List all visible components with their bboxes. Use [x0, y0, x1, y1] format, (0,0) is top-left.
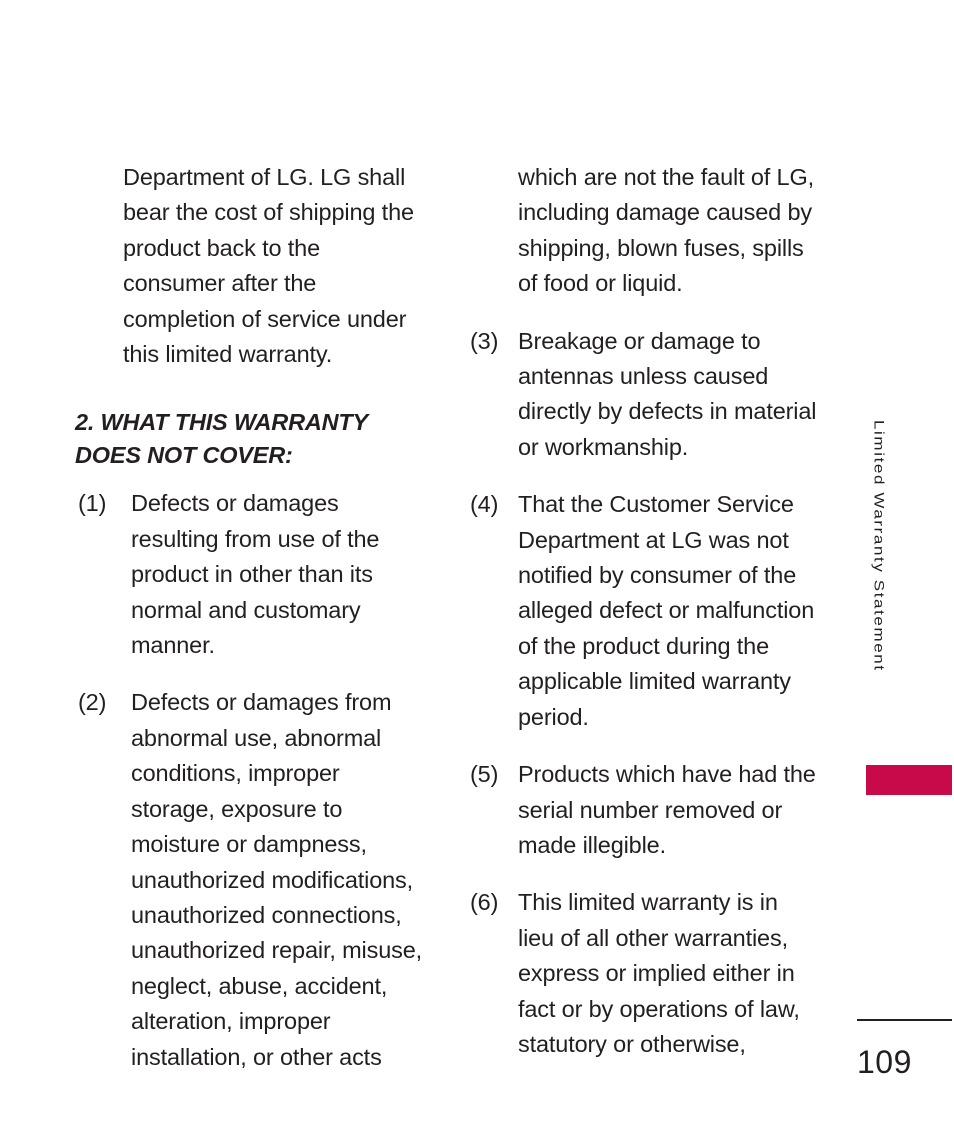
list-item: (1) Defects or damages resulting from us… [75, 486, 425, 663]
list-item-text: That the Customer Service Department at … [518, 491, 815, 730]
list-item-marker: (5) [470, 761, 499, 788]
list-item-text: This limited warranty is in lieu of all … [518, 889, 800, 1057]
left-continuation-paragraph: Department of LG. LG shall bear the cost… [123, 164, 414, 368]
list-item-marker: (2) [78, 689, 107, 716]
footer-divider [857, 1019, 952, 1021]
side-tab-accent-swatch [866, 765, 952, 795]
right-column: which are not the fault of LG, including… [468, 160, 818, 1084]
list-item-marker: (4) [470, 491, 499, 518]
list-item-text: Defects or damages from abnormal use, ab… [131, 689, 423, 1070]
side-tab-label: Limited Warranty Statement [871, 420, 887, 672]
document-page: Department of LG. LG shall bear the cost… [0, 0, 954, 1145]
left-column: Department of LG. LG shall bear the cost… [75, 160, 425, 1097]
list-item: (5) Products which have had the serial n… [468, 757, 818, 863]
list-item-text: Defects or damages resulting from use of… [131, 490, 380, 659]
list-item-marker: (3) [470, 327, 499, 354]
right-continuation-paragraph: which are not the fault of LG, including… [518, 164, 814, 297]
list-item: (3) Breakage or damage to antennas unles… [468, 324, 818, 466]
right-numbered-list: (3) Breakage or damage to antennas unles… [468, 324, 818, 1063]
list-item: (6) This limited warranty is in lieu of … [468, 885, 818, 1062]
list-item-text: Products which have had the serial numbe… [518, 761, 816, 858]
left-numbered-list: (1) Defects or damages resulting from us… [75, 486, 425, 1075]
section-heading: 2. WHAT THIS WARRANTY DOES NOT COVER: [75, 409, 368, 469]
list-item-text: Breakage or damage to antennas unless ca… [518, 327, 817, 460]
list-item: (4) That the Customer Service Department… [468, 487, 818, 735]
list-item-marker: (1) [78, 490, 107, 517]
page-number: 109 [857, 1044, 912, 1080]
list-item: (2) Defects or damages from abnormal use… [75, 685, 425, 1074]
list-item-marker: (6) [470, 889, 499, 916]
